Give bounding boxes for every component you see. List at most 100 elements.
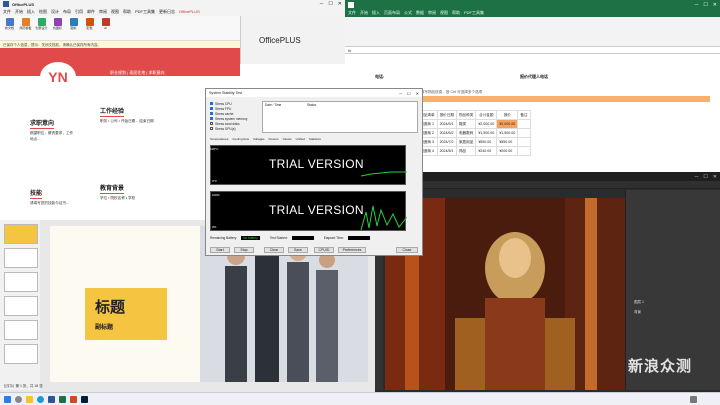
close-icon[interactable]: ✕ (713, 174, 717, 180)
cell[interactable] (517, 128, 531, 138)
close-button[interactable]: Close (396, 247, 418, 253)
tab-design[interactable]: 设计 (51, 9, 59, 15)
slide-thumbnail[interactable] (4, 224, 38, 244)
event-log[interactable]: Date / Time Status (262, 101, 418, 133)
tab-insert[interactable]: 插入 (27, 9, 35, 15)
preferences-button[interactable]: Preferences (338, 247, 366, 253)
cell[interactable]: ¥1,500.00 (496, 128, 519, 138)
ai-button[interactable]: AI (99, 18, 112, 30)
tab-page-layout[interactable]: 页面布局 (384, 10, 400, 16)
cell[interactable]: ¥550.00 (496, 137, 519, 147)
minimize-icon[interactable]: ─ (399, 91, 402, 96)
tab-update-log[interactable]: 更新日志 (159, 9, 175, 15)
tab-home[interactable]: 开始 (15, 9, 23, 15)
minimize-icon[interactable]: ─ (320, 1, 324, 7)
tab-references[interactable]: 引用 (75, 9, 83, 15)
slide-thumbnail[interactable] (4, 296, 38, 316)
stop-button[interactable]: Stop (234, 247, 254, 253)
close-icon[interactable]: ✕ (713, 2, 717, 8)
start-button[interactable]: Start (210, 247, 230, 253)
maximize-icon[interactable]: ☐ (703, 174, 707, 180)
tab-statistics[interactable]: Statistics (309, 137, 321, 141)
tab-pdf-tools[interactable]: PDF工具集 (135, 9, 155, 15)
tab-file[interactable]: 文件 (348, 10, 356, 16)
header-cell[interactable]: 报价 (496, 110, 519, 120)
maximize-icon[interactable]: ☐ (703, 2, 707, 8)
creative-design-button[interactable]: 创意设计 (35, 18, 48, 30)
close-icon[interactable]: ✕ (416, 91, 419, 96)
tab-review[interactable]: 审阅 (428, 10, 436, 16)
formula-bar[interactable]: fx (345, 47, 720, 54)
cell[interactable]: 家居用品 (455, 137, 477, 147)
cell[interactable]: ¥240.00 (475, 146, 498, 156)
cpuid-button[interactable]: CPUID (314, 247, 334, 253)
cell[interactable]: 电器数码 (455, 128, 477, 138)
tab-help[interactable]: 帮助 (452, 10, 460, 16)
stress-gpu-checkbox[interactable]: Stress GPU(s) (210, 126, 260, 131)
slide-thumbnail[interactable] (4, 344, 38, 364)
file-explorer-icon[interactable] (26, 396, 33, 403)
tab-help[interactable]: 帮助 (123, 9, 131, 15)
header-cell[interactable]: 备注 (517, 110, 531, 120)
tab-home[interactable]: 开始 (360, 10, 368, 16)
tab-view[interactable]: 视图 (111, 9, 119, 15)
maximize-icon[interactable]: ☐ (328, 1, 332, 7)
tab-review[interactable]: 审阅 (99, 9, 107, 15)
word-taskbar-icon[interactable] (48, 396, 55, 403)
cell[interactable]: 2024/7/2 (436, 137, 457, 147)
photoshop-taskbar-icon[interactable] (81, 396, 88, 403)
start-icon[interactable] (4, 396, 11, 403)
slide-subtitle[interactable]: 副标题 (95, 322, 113, 331)
cell[interactable]: ¥2,000.00 (475, 119, 498, 129)
title-box[interactable]: 标题 副标题 (85, 288, 167, 340)
tab-mailings[interactable]: 邮件 (87, 9, 95, 15)
cell[interactable] (517, 137, 531, 147)
maximize-icon[interactable]: ☐ (407, 91, 411, 96)
tab-temperatures[interactable]: Temperatures (210, 137, 228, 141)
tab-voltages[interactable]: Voltages (253, 137, 265, 141)
tab-file[interactable]: 文件 (3, 9, 11, 15)
tab-formulas[interactable]: 公式 (404, 10, 412, 16)
minimize-icon[interactable]: ─ (695, 174, 699, 180)
cell[interactable]: ¥1,500.00 (475, 128, 498, 138)
tab-data[interactable]: 数据 (416, 10, 424, 16)
cell[interactable]: 鞋类 (455, 119, 477, 129)
resume-template-button[interactable]: 简历模板 (19, 18, 32, 30)
tab-view[interactable]: 视图 (440, 10, 448, 16)
layer-item[interactable]: 图层 1 (634, 300, 644, 305)
cell[interactable] (517, 119, 531, 129)
find-icon-button[interactable]: 找图标 (51, 18, 64, 30)
search-icon[interactable] (15, 396, 22, 403)
tab-clocks[interactable]: Clocks (283, 137, 292, 141)
slide-title[interactable]: 标题 (95, 296, 125, 317)
cell[interactable]: ¥2,000.00 (496, 119, 519, 129)
system-tray-icon[interactable] (690, 396, 697, 403)
tab-unified[interactable]: Unified (296, 137, 305, 141)
slide-thumbnail[interactable] (4, 320, 38, 340)
cell[interactable]: 2024/6/2 (436, 128, 457, 138)
slide-thumbnail[interactable] (4, 272, 38, 292)
edge-icon[interactable] (37, 396, 44, 403)
tab-powers[interactable]: Powers (269, 137, 279, 141)
cell[interactable]: 2024/5/1 (436, 146, 457, 156)
new-doc-button[interactable]: 新文档 (3, 18, 16, 30)
header-cell[interactable]: 合计金额 (475, 110, 498, 120)
header-cell[interactable]: 报价日期 (436, 110, 457, 120)
tab-draw[interactable]: 绘图 (39, 9, 47, 15)
tab-pdf-tools[interactable]: PDF工具集 (464, 10, 484, 16)
save-button[interactable]: Save (288, 247, 308, 253)
cell[interactable]: ¥200.00 (496, 146, 519, 156)
header-cell[interactable]: 物品种类 (455, 110, 477, 120)
icon-button[interactable]: 图标 (67, 18, 80, 30)
slide-thumbnail[interactable] (4, 248, 38, 268)
excel-taskbar-icon[interactable] (59, 396, 66, 403)
clear-button[interactable]: Clear (264, 247, 284, 253)
minimize-icon[interactable]: ─ (695, 2, 699, 8)
powerpoint-taskbar-icon[interactable] (70, 396, 77, 403)
tab-insert[interactable]: 插入 (372, 10, 380, 16)
close-icon[interactable]: ✕ (338, 1, 342, 7)
cell[interactable] (517, 146, 531, 156)
cell[interactable]: ¥550.00 (475, 137, 498, 147)
tab-layout[interactable]: 布局 (63, 9, 71, 15)
palette-button[interactable]: 配色 (83, 18, 96, 30)
